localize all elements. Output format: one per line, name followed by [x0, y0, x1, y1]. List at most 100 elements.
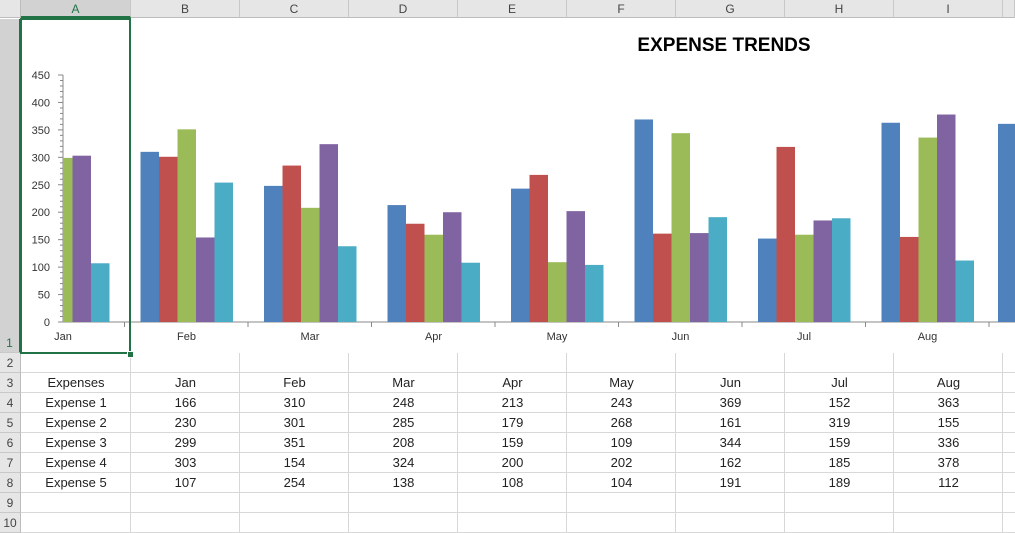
- value-cell[interactable]: 166: [131, 393, 240, 413]
- expense-chart[interactable]: EXPENSE TRENDS 0 50 100 150 200 250 300 350 400 45…: [21, 19, 1015, 353]
- y-tick-label: 350: [32, 125, 50, 137]
- value-cell[interactable]: 159: [458, 433, 567, 453]
- value-cell[interactable]: 107: [131, 473, 240, 493]
- row-header-4[interactable]: 4: [0, 393, 21, 413]
- value-cell[interactable]: 185: [785, 453, 894, 473]
- value-cell[interactable]: 344: [676, 433, 785, 453]
- value-cell[interactable]: 152: [785, 393, 894, 413]
- value-cell[interactable]: 109: [567, 433, 676, 453]
- fill-handle[interactable]: [127, 351, 134, 358]
- row-header-10[interactable]: 10: [0, 513, 21, 533]
- value-cell[interactable]: 154: [240, 453, 349, 473]
- value-cell[interactable]: 213: [458, 393, 567, 413]
- value-cell[interactable]: 301: [240, 413, 349, 433]
- bar: [566, 211, 585, 322]
- bar: [72, 155, 91, 322]
- y-tick-label: 200: [32, 207, 50, 219]
- column-header-c[interactable]: C: [240, 0, 349, 18]
- value-cell[interactable]: 112: [894, 473, 1003, 493]
- value-cell[interactable]: 378: [894, 453, 1003, 473]
- column-header-b[interactable]: B: [131, 0, 240, 18]
- column-header-e[interactable]: E: [458, 0, 567, 18]
- value-cell[interactable]: 351: [240, 433, 349, 453]
- bar: [881, 122, 900, 323]
- bar: [708, 217, 727, 322]
- value-cell[interactable]: 285: [349, 413, 458, 433]
- bar: [264, 185, 283, 322]
- value-cell[interactable]: 108: [458, 473, 567, 493]
- value-cell[interactable]: 189: [785, 473, 894, 493]
- value-cell[interactable]: 310: [240, 393, 349, 413]
- value-cell[interactable]: 319: [785, 413, 894, 433]
- value-cell[interactable]: 363: [894, 393, 1003, 413]
- bar: [338, 246, 357, 322]
- bar: [63, 157, 73, 322]
- value-cell[interactable]: 200: [458, 453, 567, 473]
- value-cell[interactable]: 248: [349, 393, 458, 413]
- table-header-cell[interactable]: May: [567, 373, 676, 393]
- column-header-f[interactable]: F: [567, 0, 676, 18]
- chart-title: EXPENSE TRENDS: [637, 35, 810, 56]
- table-header-cell[interactable]: Feb: [240, 373, 349, 393]
- value-cell[interactable]: 336: [894, 433, 1003, 453]
- value-cell[interactable]: 208: [349, 433, 458, 453]
- table-header-cell[interactable]: Jul: [785, 373, 894, 393]
- bar: [813, 220, 832, 322]
- row-header-5[interactable]: 5: [0, 413, 21, 433]
- row-label-cell[interactable]: Expense 4: [21, 453, 131, 473]
- row-label-cell[interactable]: Expense 1: [21, 393, 131, 413]
- x-tick-label: Apr: [425, 331, 442, 343]
- bar: [461, 262, 480, 322]
- value-cell[interactable]: 230: [131, 413, 240, 433]
- row-header-7[interactable]: 7: [0, 453, 21, 473]
- row-header-1[interactable]: 1: [0, 19, 21, 353]
- select-all-corner[interactable]: [0, 0, 21, 18]
- column-header-d[interactable]: D: [349, 0, 458, 18]
- row-label-cell[interactable]: Expense 5: [21, 473, 131, 493]
- value-cell[interactable]: 202: [567, 453, 676, 473]
- bar: [918, 137, 937, 322]
- column-header-g[interactable]: G: [676, 0, 785, 18]
- value-cell[interactable]: 179: [458, 413, 567, 433]
- value-cell[interactable]: 159: [785, 433, 894, 453]
- column-header-i[interactable]: I: [894, 0, 1003, 18]
- value-cell[interactable]: 243: [567, 393, 676, 413]
- row-header-2[interactable]: 2: [0, 353, 21, 373]
- table-header-cell[interactable]: Aug: [894, 373, 1003, 393]
- y-tick-label: 100: [32, 262, 50, 274]
- bar: [832, 218, 851, 322]
- bar: [140, 151, 159, 322]
- value-cell[interactable]: 162: [676, 453, 785, 473]
- bar: [634, 119, 653, 323]
- row-label-cell[interactable]: Expense 2: [21, 413, 131, 433]
- value-cell[interactable]: 254: [240, 473, 349, 493]
- y-tick-label: 400: [32, 97, 50, 109]
- table-header-cell[interactable]: Jan: [131, 373, 240, 393]
- value-cell[interactable]: 369: [676, 393, 785, 413]
- row-label-cell[interactable]: Expense 3: [21, 433, 131, 453]
- column-header-partial[interactable]: [1003, 0, 1015, 18]
- value-cell[interactable]: 303: [131, 453, 240, 473]
- column-header-a[interactable]: A: [21, 0, 131, 18]
- value-cell[interactable]: 104: [567, 473, 676, 493]
- value-cell[interactable]: 299: [131, 433, 240, 453]
- row-header-6[interactable]: 6: [0, 433, 21, 453]
- column-header-h[interactable]: H: [785, 0, 894, 18]
- table-header-cell[interactable]: Apr: [458, 373, 567, 393]
- row-header-8[interactable]: 8: [0, 473, 21, 493]
- row-header-3[interactable]: 3: [0, 373, 21, 393]
- value-cell[interactable]: 324: [349, 453, 458, 473]
- bar: [443, 212, 462, 322]
- table-header-cell[interactable]: Jun: [676, 373, 785, 393]
- value-cell[interactable]: 138: [349, 473, 458, 493]
- x-tick-label: Jun: [672, 331, 690, 343]
- table-header-cell[interactable]: Mar: [349, 373, 458, 393]
- value-cell[interactable]: 191: [676, 473, 785, 493]
- value-cell[interactable]: 161: [676, 413, 785, 433]
- x-tick-label: Feb: [177, 331, 196, 343]
- row-header-9[interactable]: 9: [0, 493, 21, 513]
- value-cell[interactable]: 268: [567, 413, 676, 433]
- bar: [196, 237, 215, 322]
- table-header-cell[interactable]: Expenses: [21, 373, 131, 393]
- value-cell[interactable]: 155: [894, 413, 1003, 433]
